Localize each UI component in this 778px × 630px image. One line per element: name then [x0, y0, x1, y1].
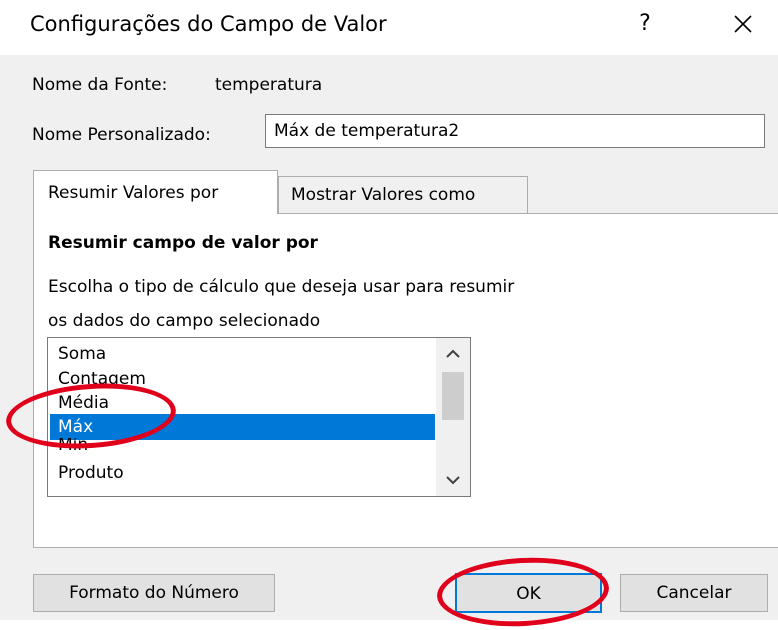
list-item-produto[interactable]: Produto [58, 460, 124, 486]
chevron-down-icon [446, 476, 460, 485]
section-title: Resumir campo de valor por [48, 233, 318, 253]
scroll-down-button[interactable] [436, 466, 470, 496]
list-item-soma[interactable]: Soma [58, 341, 106, 367]
close-icon [734, 15, 752, 33]
custom-name-label: Nome Personalizado: [32, 125, 211, 145]
source-name-value: temperatura [215, 75, 323, 95]
list-item-max[interactable]: Máx [58, 414, 93, 440]
calculation-listbox[interactable]: Soma Contagem Média Máx Mín Produto [47, 337, 471, 497]
number-format-button[interactable]: Formato do Número [33, 574, 275, 612]
tab-show-values-as[interactable]: Mostrar Valores como [278, 176, 528, 214]
list-item-media[interactable]: Média [58, 390, 109, 416]
scroll-up-button[interactable] [436, 338, 470, 368]
list-scrollbar[interactable] [436, 338, 470, 496]
window-title: Configurações do Campo de Valor [30, 12, 387, 36]
ok-button[interactable]: OK [455, 573, 602, 613]
list-item-min[interactable]: Mín [58, 438, 88, 452]
tab-summarize-values[interactable]: Resumir Valores por [33, 170, 278, 214]
list-item-contagem[interactable]: Contagem [58, 366, 146, 392]
description-line-2: os dados do campo selecionado [48, 311, 321, 331]
selection-highlight [50, 414, 435, 440]
chevron-up-icon [446, 349, 460, 358]
help-button[interactable]: ? [628, 4, 662, 44]
cancel-button[interactable]: Cancelar [620, 574, 768, 612]
close-button[interactable] [720, 4, 764, 44]
source-name-label: Nome da Fonte: [32, 75, 168, 95]
custom-name-input[interactable] [265, 114, 765, 148]
description-line-1: Escolha o tipo de cálculo que deseja usa… [48, 277, 515, 297]
scroll-thumb[interactable] [442, 372, 464, 420]
